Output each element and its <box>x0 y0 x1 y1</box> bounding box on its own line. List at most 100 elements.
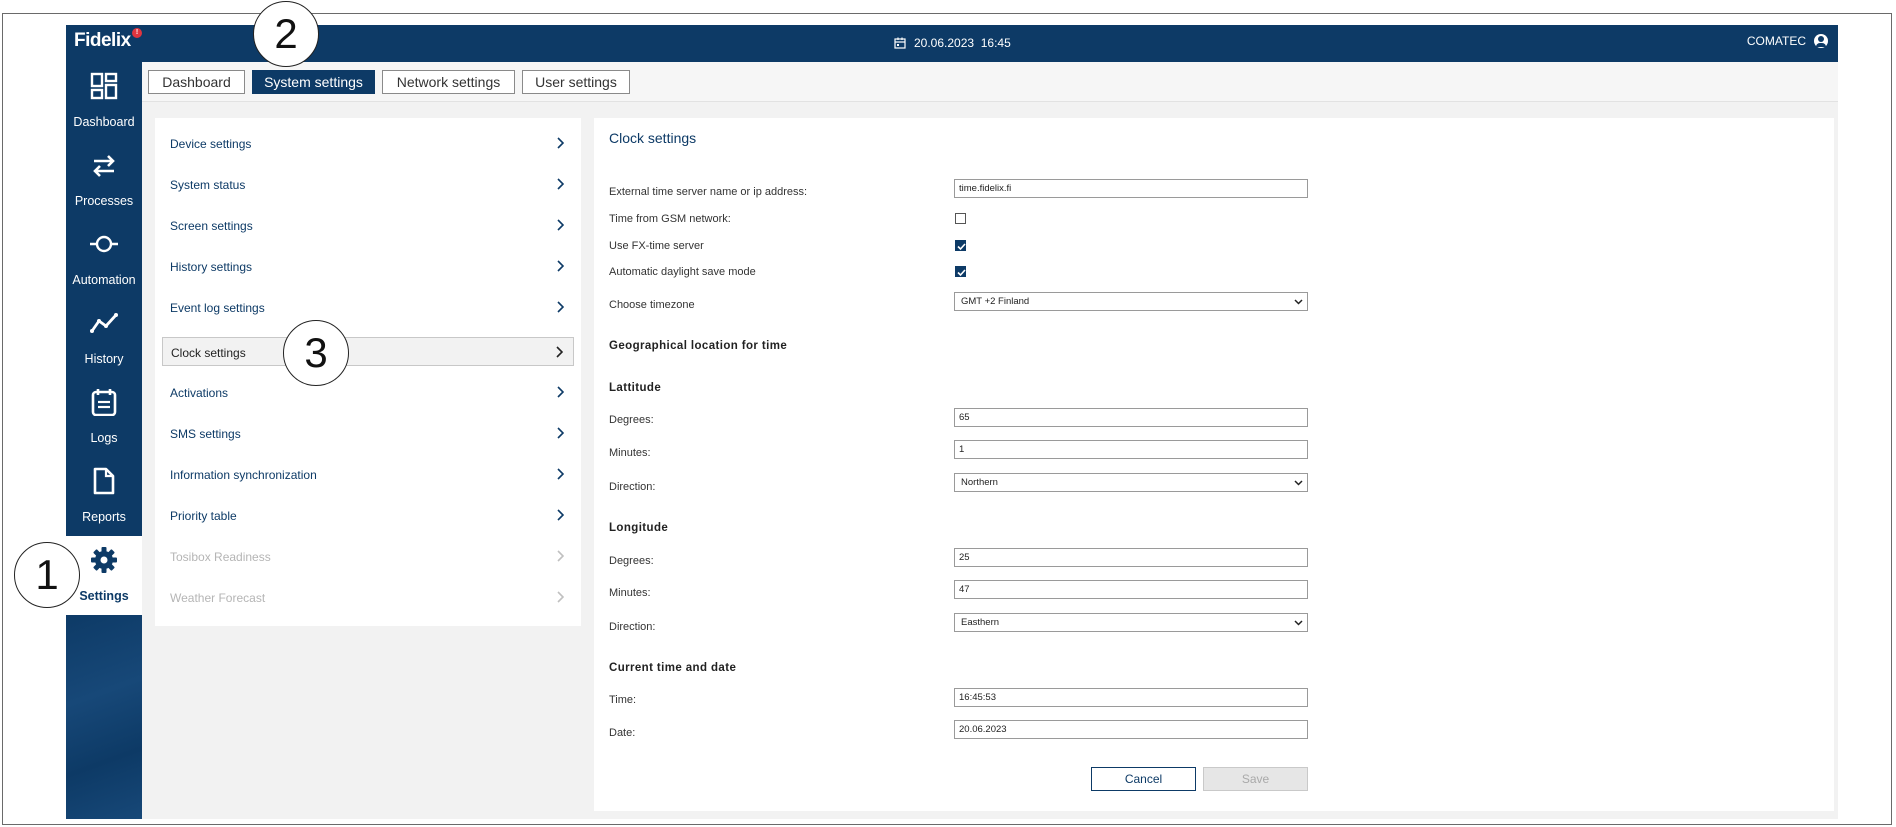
chevron-right-icon <box>557 427 564 439</box>
chevron-down-icon <box>1294 299 1303 305</box>
logs-icon <box>91 389 117 416</box>
latitude-minutes-input[interactable] <box>954 440 1308 459</box>
chevron-right-icon <box>557 137 564 149</box>
save-button[interactable]: Save <box>1203 767 1308 791</box>
chevron-right-icon <box>556 346 563 358</box>
sidebar-item-logs[interactable]: Logs <box>66 378 142 457</box>
dst-checkbox[interactable] <box>955 266 966 277</box>
gear-icon <box>91 547 117 573</box>
sidebar-item-label: Settings <box>79 589 129 603</box>
menu-item-priority-table[interactable]: Priority table <box>162 501 574 530</box>
sidebar-item-dashboard[interactable]: Dashboard <box>66 62 142 141</box>
reports-icon <box>93 467 115 495</box>
date-input[interactable] <box>954 720 1308 739</box>
sidebar-item-reports[interactable]: Reports <box>66 457 142 536</box>
menu-item-clock-settings[interactable]: Clock settings <box>162 337 574 366</box>
menu-item-activations[interactable]: Activations <box>162 378 574 407</box>
longitude-direction-select[interactable]: Easthern <box>954 613 1308 632</box>
sidebar-item-automation[interactable]: Automation <box>66 220 142 299</box>
automation-icon <box>90 235 118 253</box>
menu-item-history-settings[interactable]: History settings <box>162 252 574 281</box>
user-menu[interactable]: COMATEC <box>1747 34 1828 48</box>
latitude-direction-select[interactable]: Northern <box>954 473 1308 492</box>
date-label: Date: <box>609 727 636 739</box>
tab-user-settings[interactable]: User settings <box>522 70 630 94</box>
sidebar-item-label: Dashboard <box>73 115 135 129</box>
page-title: Clock settings <box>609 130 697 146</box>
fx-time-server-checkbox[interactable] <box>955 240 966 251</box>
chevron-down-icon <box>1294 480 1303 486</box>
geo-location-heading: Geographical location for time <box>609 340 788 352</box>
menu-item-label: Information synchronization <box>170 468 317 482</box>
dst-label: Automatic daylight save mode <box>609 266 756 278</box>
chevron-right-icon <box>557 550 564 562</box>
longitude-degrees-label: Degrees: <box>609 555 654 567</box>
cancel-button[interactable]: Cancel <box>1091 767 1196 791</box>
top-bar: Fidelix ! 20.06.2023 16:45 COMATEC <box>66 25 1838 62</box>
fx-time-server-label: Use FX-time server <box>609 240 704 252</box>
sidebar-item-label: Automation <box>72 273 136 287</box>
menu-item-label: Event log settings <box>170 301 265 315</box>
tab-dashboard[interactable]: Dashboard <box>148 70 245 94</box>
tab-network-settings[interactable]: Network settings <box>382 70 515 94</box>
app-logo[interactable]: Fidelix <box>74 30 131 52</box>
menu-item-label: Tosibox Readiness <box>170 550 271 564</box>
callout-1: 1 <box>14 542 80 608</box>
timezone-label: Choose timezone <box>609 299 695 311</box>
chevron-right-icon <box>557 509 564 521</box>
timezone-value: GMT +2 Finland <box>961 296 1030 307</box>
longitude-degrees-input[interactable] <box>954 548 1308 567</box>
menu-item-system-status[interactable]: System status <box>162 170 574 199</box>
menu-item-information-synchronization[interactable]: Information synchronization <box>162 460 574 489</box>
time-label: Time: <box>609 694 637 706</box>
menu-item-event-log-settings[interactable]: Event log settings <box>162 293 574 322</box>
processes-icon <box>93 155 115 177</box>
sidebar-item-history[interactable]: History <box>66 299 142 378</box>
chevron-right-icon <box>557 468 564 480</box>
longitude-minutes-label: Minutes: <box>609 587 651 599</box>
chevron-down-icon <box>1294 620 1303 626</box>
chevron-right-icon <box>557 219 564 231</box>
menu-item-screen-settings[interactable]: Screen settings <box>162 211 574 240</box>
gsm-label: Time from GSM network: <box>609 213 731 225</box>
time-server-input[interactable] <box>954 179 1308 198</box>
current-time-heading: Current time and date <box>609 662 737 674</box>
longitude-direction-label: Direction: <box>609 621 656 633</box>
sidebar-item-label: Logs <box>90 431 118 445</box>
sidebar-item-label: Reports <box>82 510 126 524</box>
clock-settings-panel <box>594 118 1834 811</box>
latitude-degrees-label: Degrees: <box>609 414 654 426</box>
chevron-right-icon <box>557 301 564 313</box>
settings-menu: Device settings System status Screen set… <box>155 118 581 626</box>
timezone-select[interactable]: GMT +2 Finland <box>954 292 1308 311</box>
sidebar-item-label: Processes <box>74 194 134 208</box>
header-datetime: 20.06.2023 16:45 <box>894 36 1011 50</box>
gsm-checkbox[interactable] <box>955 213 966 224</box>
chevron-right-icon <box>557 260 564 272</box>
checkmark-icon <box>957 269 966 277</box>
menu-item-label: Screen settings <box>170 219 253 233</box>
menu-item-device-settings[interactable]: Device settings <box>162 129 574 158</box>
latitude-direction-value: Northern <box>961 477 998 488</box>
dashboard-icon <box>90 72 118 100</box>
longitude-minutes-input[interactable] <box>954 580 1308 599</box>
menu-item-label: Clock settings <box>171 346 246 360</box>
time-input[interactable] <box>954 688 1308 707</box>
datetime-text: 20.06.2023 16:45 <box>914 36 1011 50</box>
chevron-right-icon <box>557 178 564 190</box>
menu-item-label: Device settings <box>170 137 252 151</box>
sidebar-item-processes[interactable]: Processes <box>66 141 142 220</box>
menu-item-label: Priority table <box>170 509 237 523</box>
latitude-degrees-input[interactable] <box>954 408 1308 427</box>
menu-item-weather-forecast: Weather Forecast <box>162 583 574 612</box>
alert-badge[interactable]: ! <box>132 28 142 38</box>
menu-item-label: History settings <box>170 260 253 274</box>
menu-item-sms-settings[interactable]: SMS settings <box>162 419 574 448</box>
checkmark-icon <box>957 243 966 251</box>
callout-2: 2 <box>253 1 319 67</box>
calendar-icon <box>894 37 906 49</box>
menu-item-label: System status <box>170 178 246 192</box>
tab-system-settings[interactable]: System settings <box>252 70 375 94</box>
sidebar-item-label: History <box>84 352 124 366</box>
latitude-direction-label: Direction: <box>609 481 656 493</box>
